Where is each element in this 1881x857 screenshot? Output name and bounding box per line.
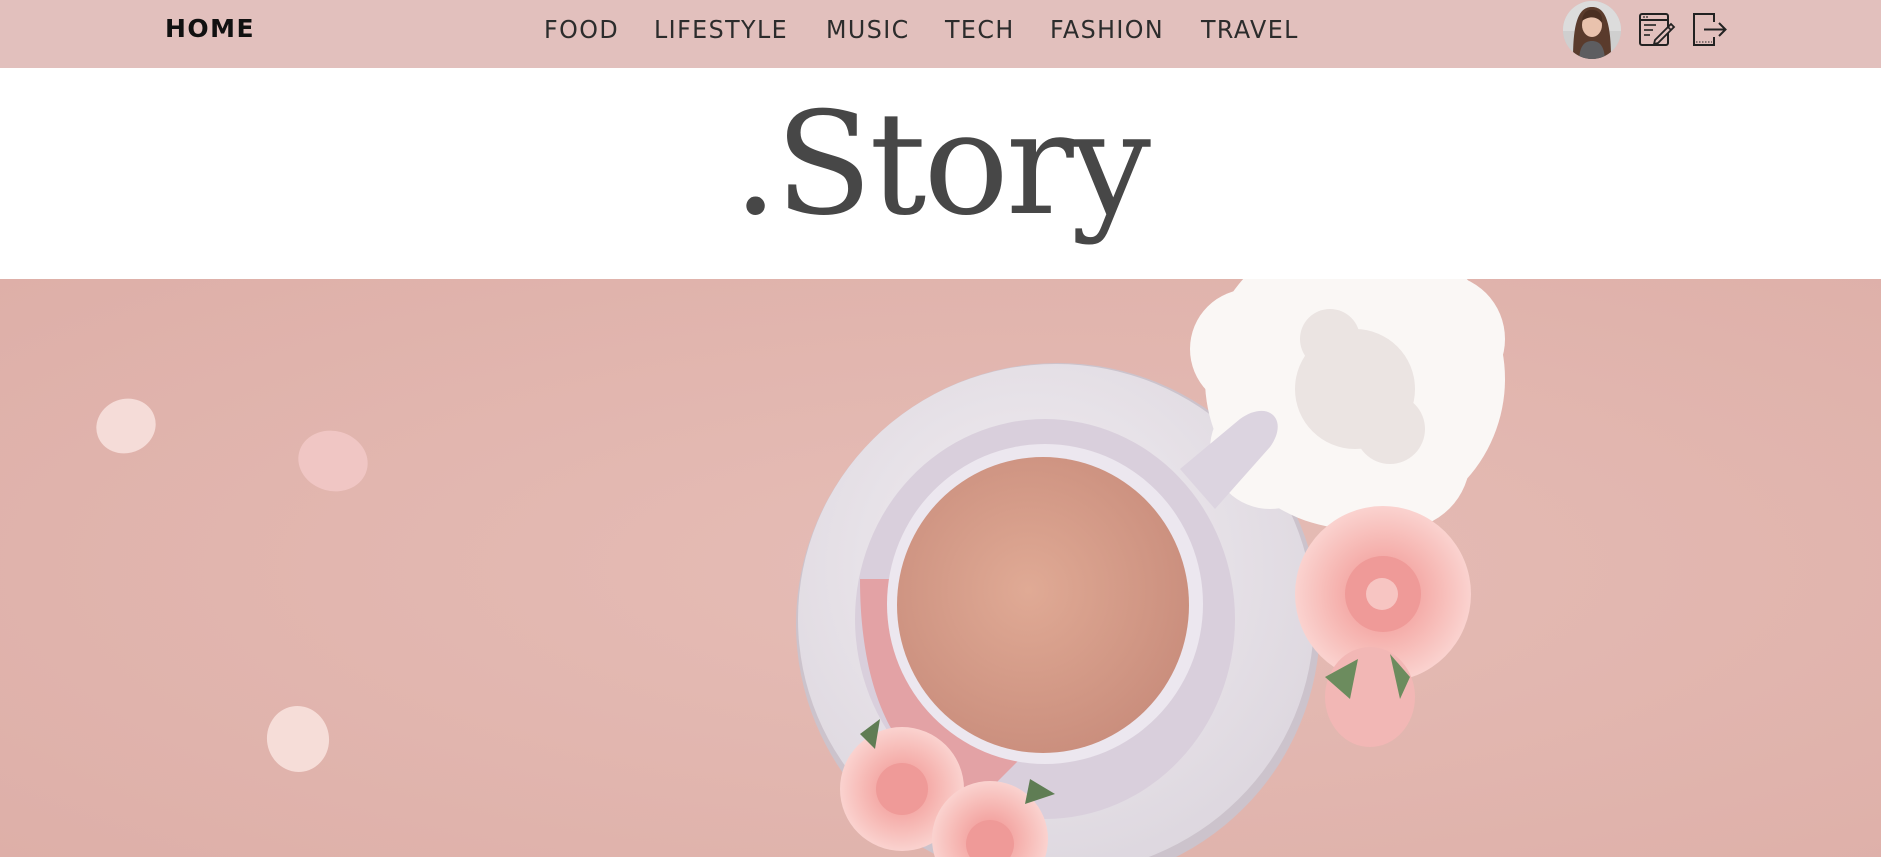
- hero-image: [0, 279, 1881, 857]
- nav-link-fashion[interactable]: FASHION: [1050, 13, 1164, 47]
- write-post-button[interactable]: [1636, 9, 1676, 49]
- edit-note-icon: [1639, 13, 1676, 46]
- home-link[interactable]: HOME: [165, 12, 255, 46]
- logout-icon: [1693, 13, 1727, 46]
- nav-link-food[interactable]: FOOD: [544, 13, 619, 47]
- coffee-cup-illustration: [0, 279, 1881, 857]
- user-avatar[interactable]: [1563, 1, 1621, 59]
- nav-link-travel[interactable]: TRAVEL: [1201, 13, 1299, 47]
- top-navbar: HOME FOOD LIFESTYLE MUSIC TECH FASHION T…: [0, 0, 1881, 68]
- logout-button[interactable]: [1690, 9, 1730, 49]
- category-nav: FOOD LIFESTYLE MUSIC TECH FASHION TRAVEL: [544, 13, 1304, 47]
- avatar-photo-icon: [1563, 1, 1621, 59]
- site-header: .Story: [0, 68, 1881, 279]
- nav-link-lifestyle[interactable]: LIFESTYLE: [654, 13, 788, 47]
- nav-link-tech[interactable]: TECH: [945, 13, 1015, 47]
- site-title[interactable]: .Story: [0, 85, 1881, 245]
- nav-link-music[interactable]: MUSIC: [826, 13, 910, 47]
